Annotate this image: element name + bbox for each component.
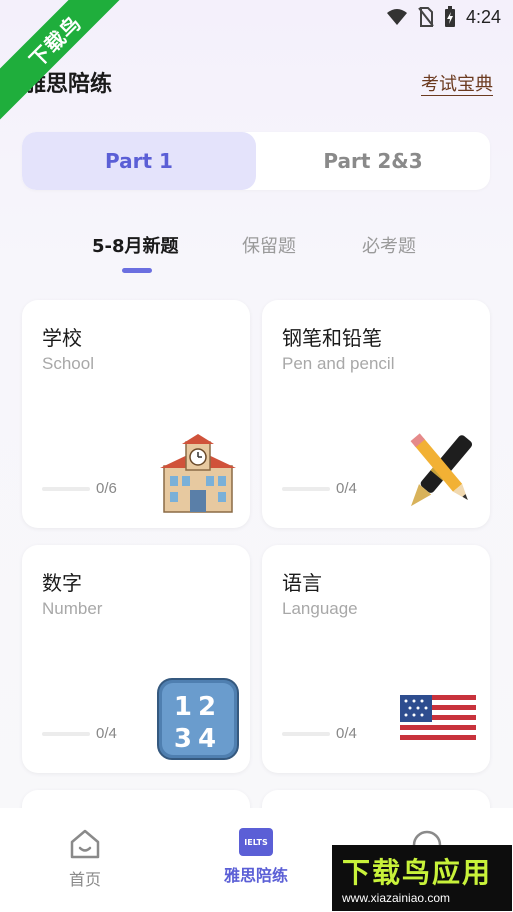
school-building-icon bbox=[160, 434, 236, 513]
pen-and-pencil-icon bbox=[410, 433, 473, 507]
topic-title: 语言 bbox=[282, 571, 322, 595]
topic-subtitle: Pen and pencil bbox=[282, 354, 395, 373]
us-flag-icon bbox=[400, 695, 476, 745]
nav-home-label: 首页 bbox=[68, 870, 101, 889]
home-icon bbox=[70, 829, 100, 859]
progress-text: 0/4 bbox=[336, 725, 357, 742]
watermark-brand: 下载鸟应用 bbox=[342, 856, 493, 889]
subtab-must-test-questions[interactable]: 必考题 bbox=[362, 232, 416, 258]
progress-bar bbox=[282, 487, 330, 491]
topic-subtitle: School bbox=[42, 354, 94, 373]
topic-card-language[interactable]: 语言 Language 0/4 bbox=[262, 545, 490, 773]
subtab-retained-questions[interactable]: 保留题 bbox=[242, 232, 296, 258]
topic-title: 数字 bbox=[42, 571, 82, 595]
nav-ielts-label: 雅思陪练 bbox=[223, 866, 288, 885]
topic-card-pen-and-pencil[interactable]: 钢笔和铅笔 Pen and pencil 0/4 bbox=[262, 300, 490, 528]
progress-text: 0/4 bbox=[96, 725, 117, 742]
svg-text:34: 34 bbox=[174, 724, 222, 754]
status-icons: 4:24 bbox=[386, 6, 501, 28]
battery-charging-icon bbox=[444, 6, 455, 27]
topic-title: 学校 bbox=[42, 326, 82, 350]
topic-subtitle: Language bbox=[282, 599, 358, 618]
no-sim-icon bbox=[418, 7, 434, 27]
question-subtabs: 5-8月新题 保留题 必考题 bbox=[0, 232, 513, 276]
topic-subtitle: Number bbox=[42, 599, 103, 618]
status-time: 4:24 bbox=[465, 6, 501, 27]
progress-text: 0/4 bbox=[336, 480, 357, 497]
watermark-logo: 下载鸟应用 www.xiazainiao.com bbox=[332, 845, 512, 911]
numbers-1234-icon: 12 34 bbox=[157, 678, 239, 760]
topic-card-number[interactable]: 数字 Number 0/4 12 34 bbox=[22, 545, 250, 773]
nav-ielts-practice[interactable]: IELTS 雅思陪练 bbox=[201, 828, 311, 886]
part-segmented-control: Part 1 Part 2&3 bbox=[22, 132, 490, 190]
exam-guide-link[interactable]: 考试宝典 bbox=[421, 70, 493, 96]
topic-card-school[interactable]: 学校 School 0/6 bbox=[22, 300, 250, 528]
progress-text: 0/6 bbox=[96, 480, 117, 497]
svg-text:12: 12 bbox=[174, 692, 222, 722]
topic-title: 钢笔和铅笔 bbox=[282, 326, 382, 350]
progress-bar bbox=[42, 732, 90, 736]
nav-home[interactable]: 首页 bbox=[30, 828, 140, 890]
watermark-url: www.xiazainiao.com bbox=[342, 891, 451, 905]
ielts-icon: IELTS bbox=[239, 828, 273, 856]
subtab-indicator bbox=[122, 268, 152, 273]
progress-bar bbox=[42, 487, 90, 491]
subtab-new-questions[interactable]: 5-8月新题 bbox=[92, 232, 179, 258]
progress-bar bbox=[282, 732, 330, 736]
wifi-icon bbox=[386, 9, 407, 25]
tab-part-1[interactable]: Part 1 bbox=[22, 132, 256, 190]
tab-part-2-3[interactable]: Part 2&3 bbox=[256, 132, 490, 190]
